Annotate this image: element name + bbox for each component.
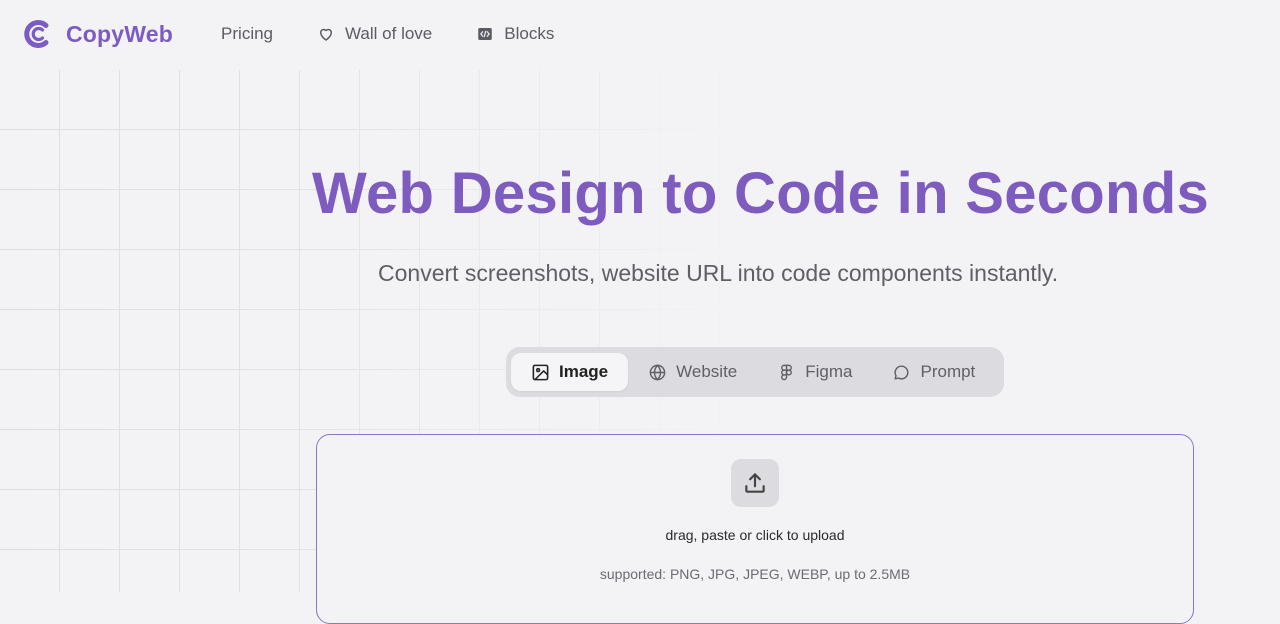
nav-blocks-label: Blocks (504, 24, 555, 43)
tab-image-label: Image (559, 362, 609, 381)
tab-figma-label: Figma (805, 362, 853, 381)
nav-wall-of-love-label: Wall of love (345, 24, 433, 43)
hero-subtitle: Convert screenshots, website URL into co… (378, 260, 1059, 286)
top-navbar: CopyWeb Pricing Wall of love Blocks (0, 0, 1280, 68)
hero-title: Web Design to Code in Seconds (312, 161, 1210, 226)
hero-section: Web Design to Code in Seconds Convert sc… (0, 0, 1280, 624)
figma-icon (781, 364, 793, 380)
heart-icon (320, 28, 333, 41)
brand-name: CopyWeb (66, 20, 174, 47)
tab-website[interactable]: Website (628, 353, 757, 391)
chat-bubble-icon (894, 364, 909, 380)
code-block-icon (478, 28, 492, 40)
input-mode-tabs: Image Website Figma Prompt (506, 347, 1004, 397)
tab-image[interactable]: Image (511, 353, 629, 391)
nav-wall-of-love[interactable]: Wall of love (317, 24, 432, 44)
globe-icon (649, 363, 666, 381)
tab-figma[interactable]: Figma (757, 353, 872, 391)
image-icon (532, 364, 549, 380)
supported-formats-note: supported: PNG, JPG, JPEG, WEBP, up to 2… (599, 566, 911, 582)
main-nav: Pricing Wall of love Blocks (221, 24, 598, 44)
nav-pricing[interactable]: Pricing (221, 24, 273, 44)
nav-pricing-label: Pricing (221, 24, 274, 43)
tab-prompt-label: Prompt (920, 362, 976, 381)
upload-dropzone[interactable]: drag, paste or click to upload supported… (316, 434, 1194, 624)
tab-website-label: Website (676, 362, 738, 381)
tab-prompt[interactable]: Prompt (872, 353, 995, 391)
upload-instruction: drag, paste or click to upload (665, 527, 845, 543)
upload-button[interactable] (731, 459, 779, 507)
nav-blocks[interactable]: Blocks (476, 24, 554, 44)
brand-logo[interactable]: CopyWeb (22, 18, 173, 50)
upload-icon (745, 473, 765, 493)
logo-mark-icon (24, 20, 49, 48)
